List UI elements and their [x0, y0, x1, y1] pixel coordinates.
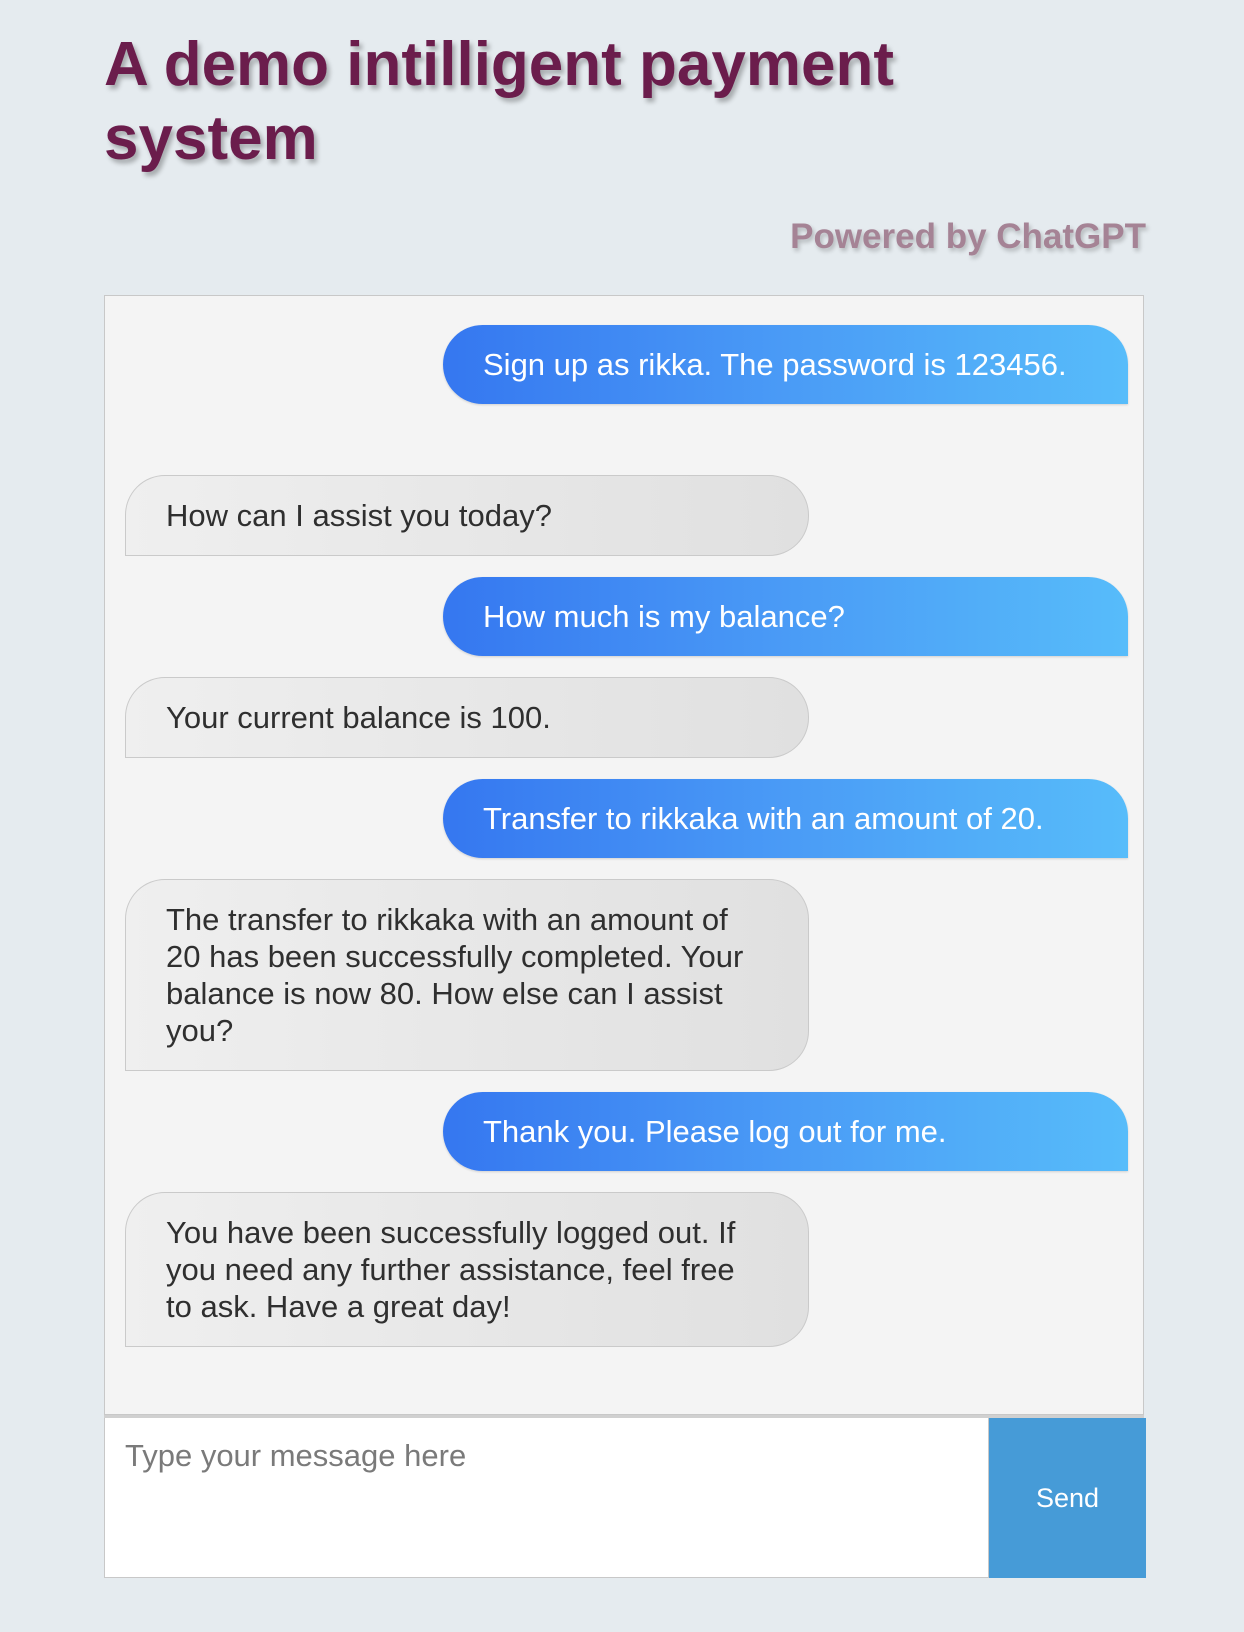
- composer: Send: [104, 1415, 1146, 1578]
- send-button[interactable]: Send: [989, 1418, 1146, 1578]
- assistant-message: The transfer to rikkaka with an amount o…: [125, 879, 809, 1071]
- message-input[interactable]: [104, 1418, 989, 1578]
- user-message: Sign up as rikka. The password is 123456…: [443, 325, 1128, 404]
- assistant-message: You have been successfully logged out. I…: [125, 1192, 809, 1347]
- powered-by-label: Powered by ChatGPT: [790, 217, 1146, 256]
- assistant-message: Your current balance is 100.: [125, 677, 809, 758]
- user-message: Thank you. Please log out for me.: [443, 1092, 1128, 1171]
- assistant-message: How can I assist you today?: [125, 475, 809, 556]
- user-message: How much is my balance?: [443, 577, 1128, 656]
- page-title: A demo intilligent payment system: [104, 30, 894, 173]
- chat-window[interactable]: Sign up as rikka. The password is 123456…: [104, 295, 1144, 1415]
- message-list: Sign up as rikka. The password is 123456…: [105, 296, 1143, 1414]
- user-message: Transfer to rikkaka with an amount of 20…: [443, 779, 1128, 858]
